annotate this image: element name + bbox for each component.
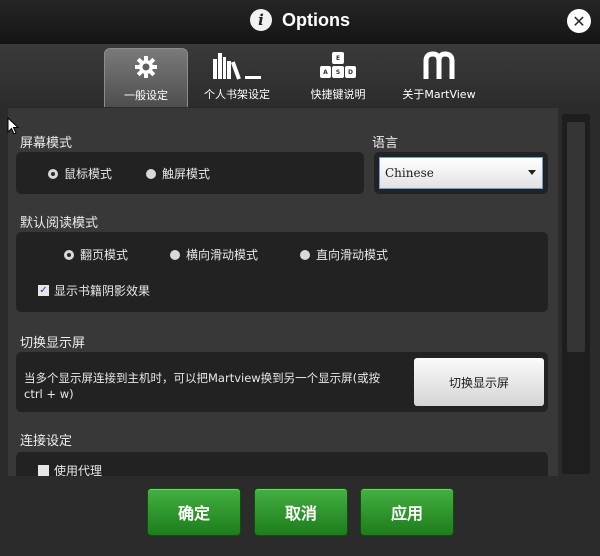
info-icon: i <box>250 9 272 31</box>
tab-label: 一般设定 <box>124 89 168 102</box>
svg-text:A: A <box>323 69 328 76</box>
svg-text:D: D <box>348 69 353 76</box>
svg-text:S: S <box>336 69 340 76</box>
window-title: Options <box>282 9 350 30</box>
keyboard-icon: E A S D <box>319 48 357 84</box>
checkmark-icon: ✓ <box>38 285 49 296</box>
radio-label: 触屏模式 <box>162 167 211 181</box>
svg-text:E: E <box>336 55 340 62</box>
reading-mode-panel: 翻页模式 横向滑动模式 直向滑动模式 ✓ 显示书籍阴影效果 <box>16 232 548 312</box>
checkbox-empty-icon <box>38 465 49 476</box>
radio-page-flip-mode[interactable]: 翻页模式 <box>64 246 128 263</box>
checkbox-label: 显示书籍阴影效果 <box>54 284 151 298</box>
tab-shortcuts[interactable]: E A S D 快捷键说明 <box>297 48 379 106</box>
settings-content: 屏幕模式 鼠标模式 触屏模式 语言 Chinese 默认阅读模式 翻页模式 横向… <box>8 108 558 476</box>
radio-horizontal-scroll-mode[interactable]: 横向滑动模式 <box>170 246 258 263</box>
tab-label: 关于MartView <box>402 88 476 101</box>
tab-bookshelf[interactable]: 个人书架设定 <box>196 48 278 106</box>
switch-display-description: 当多个显示屏连接到主机时，可以把Martview换到另一个显示屏(或按ctrl … <box>24 371 381 401</box>
tab-label: 快捷键说明 <box>310 88 366 101</box>
connection-panel: 使用代理 <box>16 452 548 476</box>
gear-icon <box>134 49 158 85</box>
radio-label: 横向滑动模式 <box>186 248 259 262</box>
apply-button[interactable]: 应用 <box>360 488 454 536</box>
language-select[interactable]: Chinese <box>379 157 543 189</box>
radio-selected-icon <box>64 249 74 260</box>
bookshelf-icon <box>211 48 263 84</box>
connection-title: 连接设定 <box>20 434 73 449</box>
screen-mode-title: 屏幕模式 <box>20 136 73 151</box>
language-value: Chinese <box>385 166 434 180</box>
screen-mode-panel: 鼠标模式 触屏模式 <box>16 152 364 194</box>
tab-label: 个人书架设定 <box>204 88 270 101</box>
cancel-button[interactable]: 取消 <box>254 488 348 536</box>
radio-label: 直向滑动模式 <box>316 248 389 262</box>
scrollbar-thumb[interactable] <box>567 122 585 352</box>
ok-button[interactable]: 确定 <box>147 488 241 536</box>
radio-vertical-scroll-mode[interactable]: 直向滑动模式 <box>300 246 388 263</box>
radio-unselected-icon <box>300 249 310 260</box>
radio-label: 翻页模式 <box>80 248 129 262</box>
radio-unselected-icon <box>170 249 180 260</box>
tab-general[interactable]: 一般设定 <box>104 48 188 107</box>
checkbox-book-shadow[interactable]: ✓ 显示书籍阴影效果 <box>38 282 150 299</box>
chevron-down-icon <box>528 170 536 175</box>
checkbox-use-proxy[interactable]: 使用代理 <box>38 462 102 476</box>
switch-display-button[interactable]: 切换显示屏 <box>414 358 544 406</box>
radio-label: 鼠标模式 <box>64 167 113 181</box>
reading-mode-title: 默认阅读模式 <box>20 216 99 231</box>
language-title: 语言 <box>372 136 399 151</box>
switch-display-title: 切换显示屏 <box>20 336 86 351</box>
martview-logo-icon <box>422 48 456 84</box>
checkbox-label: 使用代理 <box>54 464 103 476</box>
tab-about[interactable]: 关于MartView <box>397 48 481 106</box>
radio-selected-icon <box>48 168 58 179</box>
close-icon: ✕ <box>572 11 586 31</box>
close-button[interactable]: ✕ <box>567 9 591 33</box>
radio-mouse-mode[interactable]: 鼠标模式 <box>48 165 112 182</box>
mouse-cursor-icon <box>7 116 20 139</box>
radio-touch-mode[interactable]: 触屏模式 <box>146 165 210 182</box>
radio-unselected-icon <box>146 168 156 179</box>
language-select-frame: Chinese <box>374 152 548 194</box>
window-title-area: i Options <box>0 6 600 34</box>
